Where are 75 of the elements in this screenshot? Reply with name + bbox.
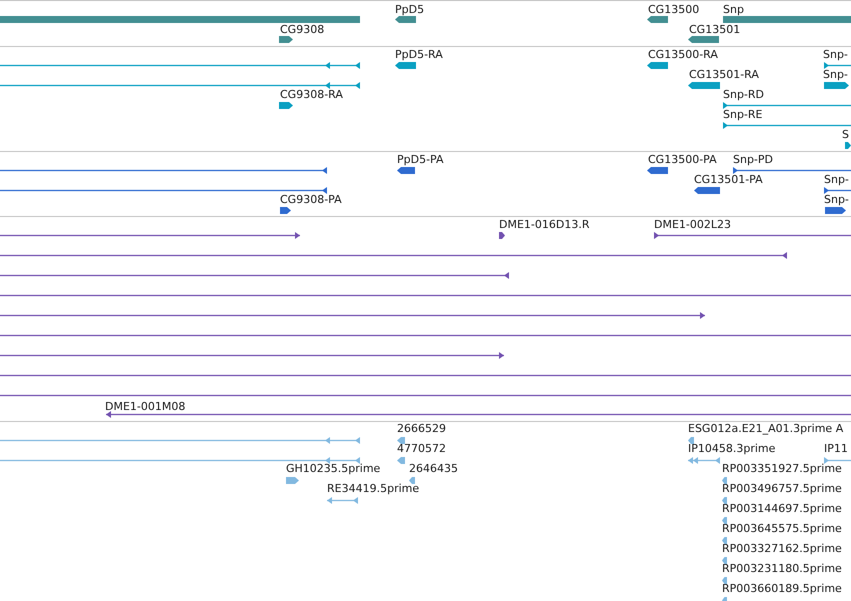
gene-bar[interactable]: [694, 187, 720, 194]
feature-label: Snp-: [823, 68, 848, 81]
feature-label: S: [842, 128, 849, 141]
alignment-line[interactable]: [0, 332, 851, 339]
feature-label: ESG012a.E21_A01.3prime A: [688, 422, 844, 435]
feature-label: Snp-: [824, 173, 849, 186]
alignment-line[interactable]: [824, 187, 851, 194]
feature-label: Snp-: [824, 193, 849, 206]
feature-label: CG13501-RA: [689, 68, 759, 81]
alignment-line[interactable]: [0, 352, 504, 359]
gene-bar[interactable]: [647, 62, 668, 69]
gene-bar[interactable]: [824, 82, 849, 89]
feature-label: 2666529: [397, 422, 446, 435]
gene-bar[interactable]: [395, 16, 416, 23]
gene-bar[interactable]: [397, 167, 415, 174]
feature-label: Snp: [723, 3, 744, 16]
alignment-line[interactable]: [0, 292, 851, 299]
feature-label: CG9308: [280, 23, 324, 36]
feature-label: PpD5-RA: [395, 48, 443, 61]
feature-label: IP11: [824, 442, 848, 455]
alignment-line[interactable]: [0, 62, 360, 69]
feature-label: DME1-016D13.R: [499, 218, 590, 231]
alignment-line[interactable]: [0, 187, 327, 194]
feature-label: 4770572: [397, 442, 446, 455]
feature-label: IP10458.3prime: [688, 442, 776, 455]
feature-label: GH10235.5prime: [286, 462, 380, 475]
gene-bar[interactable]: [688, 82, 720, 89]
feature-label: CG9308-PA: [280, 193, 342, 206]
alignment-line[interactable]: [106, 411, 851, 418]
feature-label: Snp-PD: [733, 153, 774, 166]
feature-label: PpD5-PA: [397, 153, 444, 166]
alignment-line[interactable]: [0, 232, 300, 239]
feature-label: CG13501: [689, 23, 740, 36]
feature-label: RP003660189.5prime: [722, 582, 842, 595]
alignment-line[interactable]: [654, 232, 851, 239]
feature-label: RE34419.5prime: [327, 482, 420, 495]
gene-bar[interactable]: [688, 36, 719, 43]
alignment-line[interactable]: [0, 312, 705, 319]
feature-label: CG13501-PA: [694, 173, 763, 186]
gene-bar[interactable]: [845, 142, 851, 149]
gene-bar[interactable]: [825, 207, 846, 214]
gene-bar[interactable]: [395, 62, 416, 69]
gene-bar[interactable]: [647, 167, 668, 174]
feature-label: PpD5: [395, 3, 424, 16]
feature-label: CG13500-RA: [648, 48, 718, 61]
feature-label: RP003496757.5prime: [722, 482, 842, 495]
alignment-line[interactable]: [723, 102, 851, 109]
feature-label: 2646435: [409, 462, 458, 475]
gene-bar[interactable]: [280, 207, 291, 214]
alignment-line[interactable]: [0, 82, 360, 89]
alignment-line[interactable]: [0, 392, 851, 399]
alignment-line[interactable]: [824, 62, 851, 69]
alignment-line[interactable]: [0, 167, 327, 174]
gene-bar[interactable]: [499, 232, 505, 239]
feature-label: Snp-RE: [723, 108, 762, 121]
alignment-line[interactable]: [0, 252, 787, 259]
feature-label: RP003231180.5prime: [722, 562, 842, 575]
feature-label: DME1-001M08: [105, 400, 186, 413]
gene-bar[interactable]: [647, 16, 668, 23]
alignment-line[interactable]: [723, 122, 851, 129]
feature-label: RP003327162.5prime: [722, 542, 842, 555]
feature-label: Snp-: [823, 48, 848, 61]
feature-label: CG9308-RA: [280, 88, 343, 101]
feature-label: CG13500-PA: [648, 153, 717, 166]
feature-label: DME1-002L23: [654, 218, 731, 231]
feature-label: CG13500: [648, 3, 700, 16]
alignment-line[interactable]: [733, 167, 851, 174]
alignment-line[interactable]: [0, 272, 509, 279]
feature-label: Snp-RD: [723, 88, 764, 101]
gene-bar[interactable]: [279, 36, 293, 43]
gene-bar[interactable]: [279, 102, 293, 109]
feature-label: RP003351927.5prime: [722, 462, 842, 475]
alignment-line[interactable]: [0, 372, 851, 379]
feature-label: RP003144697.5prime: [722, 502, 842, 515]
feature-label: RP003645575.5prime: [722, 522, 842, 535]
